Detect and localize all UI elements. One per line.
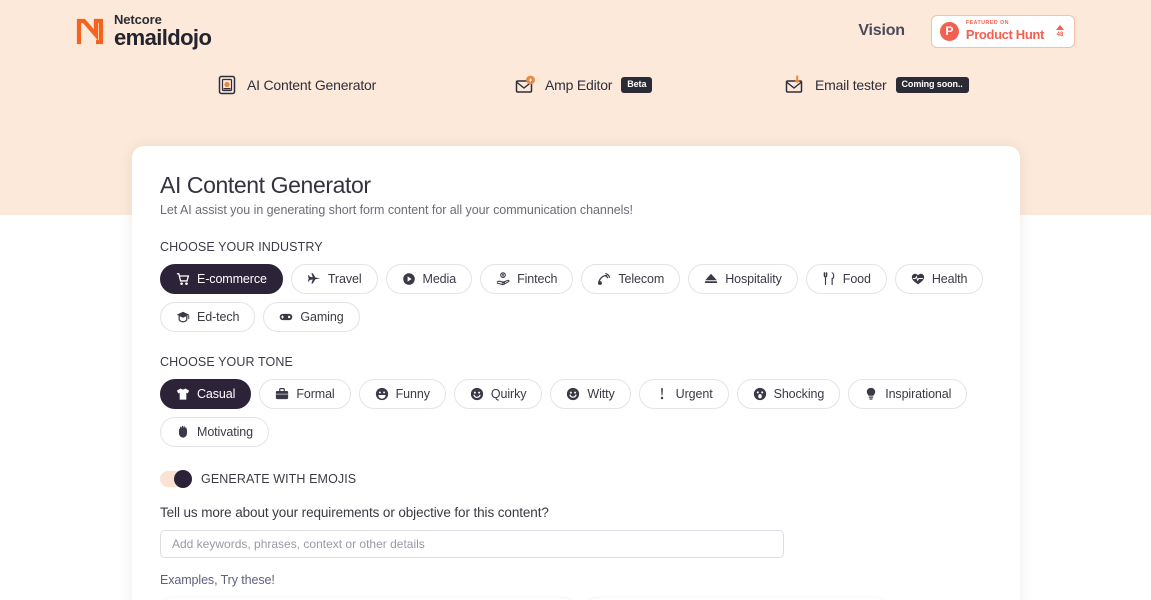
industry-chip-e-commerce[interactable]: E-commerce — [160, 264, 283, 294]
gamepad-icon — [279, 310, 293, 324]
industry-chip-gaming[interactable]: Gaming — [263, 302, 359, 332]
examples-label: Examples, Try these! — [160, 573, 992, 587]
top-bar: Netcore emaildojo Vision P FEATURED ON P… — [0, 0, 1151, 62]
heart-pulse-icon — [911, 272, 925, 286]
vision-link[interactable]: Vision — [858, 22, 905, 40]
smile-face-icon — [566, 387, 580, 401]
tone-section-label: CHOOSE YOUR TONE — [160, 355, 992, 369]
chip-label: Motivating — [197, 425, 253, 439]
chip-label: Formal — [296, 387, 334, 401]
requirements-input[interactable] — [160, 530, 784, 558]
chip-label: Witty — [587, 387, 614, 401]
hotel-bed-icon — [704, 272, 718, 286]
emoji-toggle-row[interactable]: GENERATE WITH EMOJIS — [160, 471, 992, 487]
fork-knife-icon — [822, 272, 836, 286]
product-hunt-badge[interactable]: P FEATURED ON Product Hunt 48 — [931, 15, 1075, 48]
industry-chip-health[interactable]: Health — [895, 264, 984, 294]
top-bar-right: Vision P FEATURED ON Product Hunt 48 — [858, 15, 1075, 48]
chip-label: Health — [932, 272, 968, 286]
chip-label: Media — [423, 272, 457, 286]
tone-chip-casual[interactable]: Casual — [160, 379, 251, 409]
chip-label: E-commerce — [197, 272, 267, 286]
ai-content-generator-card: AI Content Generator Let AI assist you i… — [132, 146, 1020, 600]
grin-face-icon — [375, 387, 389, 401]
tone-chip-inspirational[interactable]: Inspirational — [848, 379, 967, 409]
tone-chip-witty[interactable]: Witty — [550, 379, 630, 409]
shopping-cart-icon — [176, 272, 190, 286]
tone-chip-row: Casual Formal Funny Quirky Witty Urgent Shocki… — [160, 379, 992, 447]
chip-label: Shocking — [774, 387, 825, 401]
hand-holding-dollar-icon — [496, 272, 510, 286]
chip-label: Inspirational — [885, 387, 951, 401]
tone-chip-shocking[interactable]: Shocking — [737, 379, 841, 409]
caret-up-icon — [1056, 25, 1064, 30]
industry-chip-food[interactable]: Food — [806, 264, 887, 294]
chip-label: Telecom — [618, 272, 664, 286]
tone-chip-funny[interactable]: Funny — [359, 379, 446, 409]
smiling-face-icon — [470, 387, 484, 401]
graduation-cap-icon — [176, 310, 190, 324]
page-subtitle: Let AI assist you in generating short fo… — [160, 203, 992, 217]
chip-label: Gaming — [300, 310, 343, 324]
product-hunt-icon: P — [940, 22, 959, 41]
play-circle-icon — [402, 272, 416, 286]
airplane-icon — [307, 272, 321, 286]
tshirt-icon — [176, 387, 190, 401]
lightbulb-icon — [864, 387, 878, 401]
industry-chip-hospitality[interactable]: Hospitality — [688, 264, 798, 294]
chip-label: Travel — [328, 272, 362, 286]
tab-amp-editor[interactable]: Amp Editor Beta — [514, 74, 652, 96]
tab-badge-beta: Beta — [621, 77, 652, 93]
product-hunt-title: Product Hunt — [966, 28, 1044, 41]
email-tester-envelope-icon — [784, 74, 806, 96]
satellite-dish-icon — [597, 272, 611, 286]
tab-email-tester[interactable]: Email tester Coming soon.. — [784, 74, 969, 96]
chip-label: Hospitality — [725, 272, 782, 286]
requirements-label: Tell us more about your requirements or … — [160, 505, 992, 520]
chip-label: Ed-tech — [197, 310, 239, 324]
industry-chip-ed-tech[interactable]: Ed-tech — [160, 302, 255, 332]
chip-label: Funny — [396, 387, 430, 401]
nav-tabs: AI Content Generator Amp Editor Beta — [0, 66, 1151, 104]
brand-name-bottom: emaildojo — [114, 27, 211, 49]
emoji-toggle-label: GENERATE WITH EMOJIS — [201, 472, 356, 486]
tab-badge-coming-soon: Coming soon.. — [896, 77, 969, 93]
briefcase-icon — [275, 387, 289, 401]
product-hunt-upvote-count: 48 — [1057, 32, 1064, 38]
tab-ai-content-generator[interactable]: AI Content Generator — [216, 74, 376, 96]
chip-label: Casual — [197, 387, 235, 401]
industry-section-label: CHOOSE YOUR INDUSTRY — [160, 240, 992, 254]
industry-chip-media[interactable]: Media — [386, 264, 473, 294]
chip-label: Quirky — [491, 387, 527, 401]
page-title: AI Content Generator — [160, 172, 992, 198]
surprised-face-icon — [753, 387, 767, 401]
chip-label: Urgent — [676, 387, 713, 401]
generate-with-emojis-toggle[interactable] — [160, 471, 192, 487]
chip-label: Food — [843, 272, 871, 286]
industry-chip-fintech[interactable]: Fintech — [480, 264, 573, 294]
amp-editor-envelope-icon — [514, 74, 536, 96]
industry-chip-row: E-commerce Travel Media Fintech Telecom Hospi… — [160, 264, 992, 332]
fist-raised-icon — [176, 425, 190, 439]
exclamation-icon — [655, 387, 669, 401]
tone-chip-formal[interactable]: Formal — [259, 379, 350, 409]
industry-chip-travel[interactable]: Travel — [291, 264, 378, 294]
product-hunt-featured-text: FEATURED ON — [966, 21, 1044, 26]
tone-chip-quirky[interactable]: Quirky — [454, 379, 543, 409]
chip-label: Fintech — [517, 272, 557, 286]
tab-label: Email tester — [815, 77, 887, 93]
tab-label: AI Content Generator — [247, 77, 376, 93]
brand-logo[interactable]: Netcore emaildojo — [76, 13, 211, 49]
page-root: Netcore emaildojo Vision P FEATURED ON P… — [0, 0, 1151, 600]
toggle-knob — [174, 470, 192, 488]
tab-label: Amp Editor — [545, 77, 612, 93]
tone-chip-urgent[interactable]: Urgent — [639, 379, 729, 409]
ai-content-generator-icon — [216, 74, 238, 96]
industry-chip-telecom[interactable]: Telecom — [581, 264, 680, 294]
tone-chip-motivating[interactable]: Motivating — [160, 417, 269, 447]
netcore-n-logo-icon — [76, 16, 106, 46]
product-hunt-upvotes: 48 — [1056, 25, 1064, 38]
